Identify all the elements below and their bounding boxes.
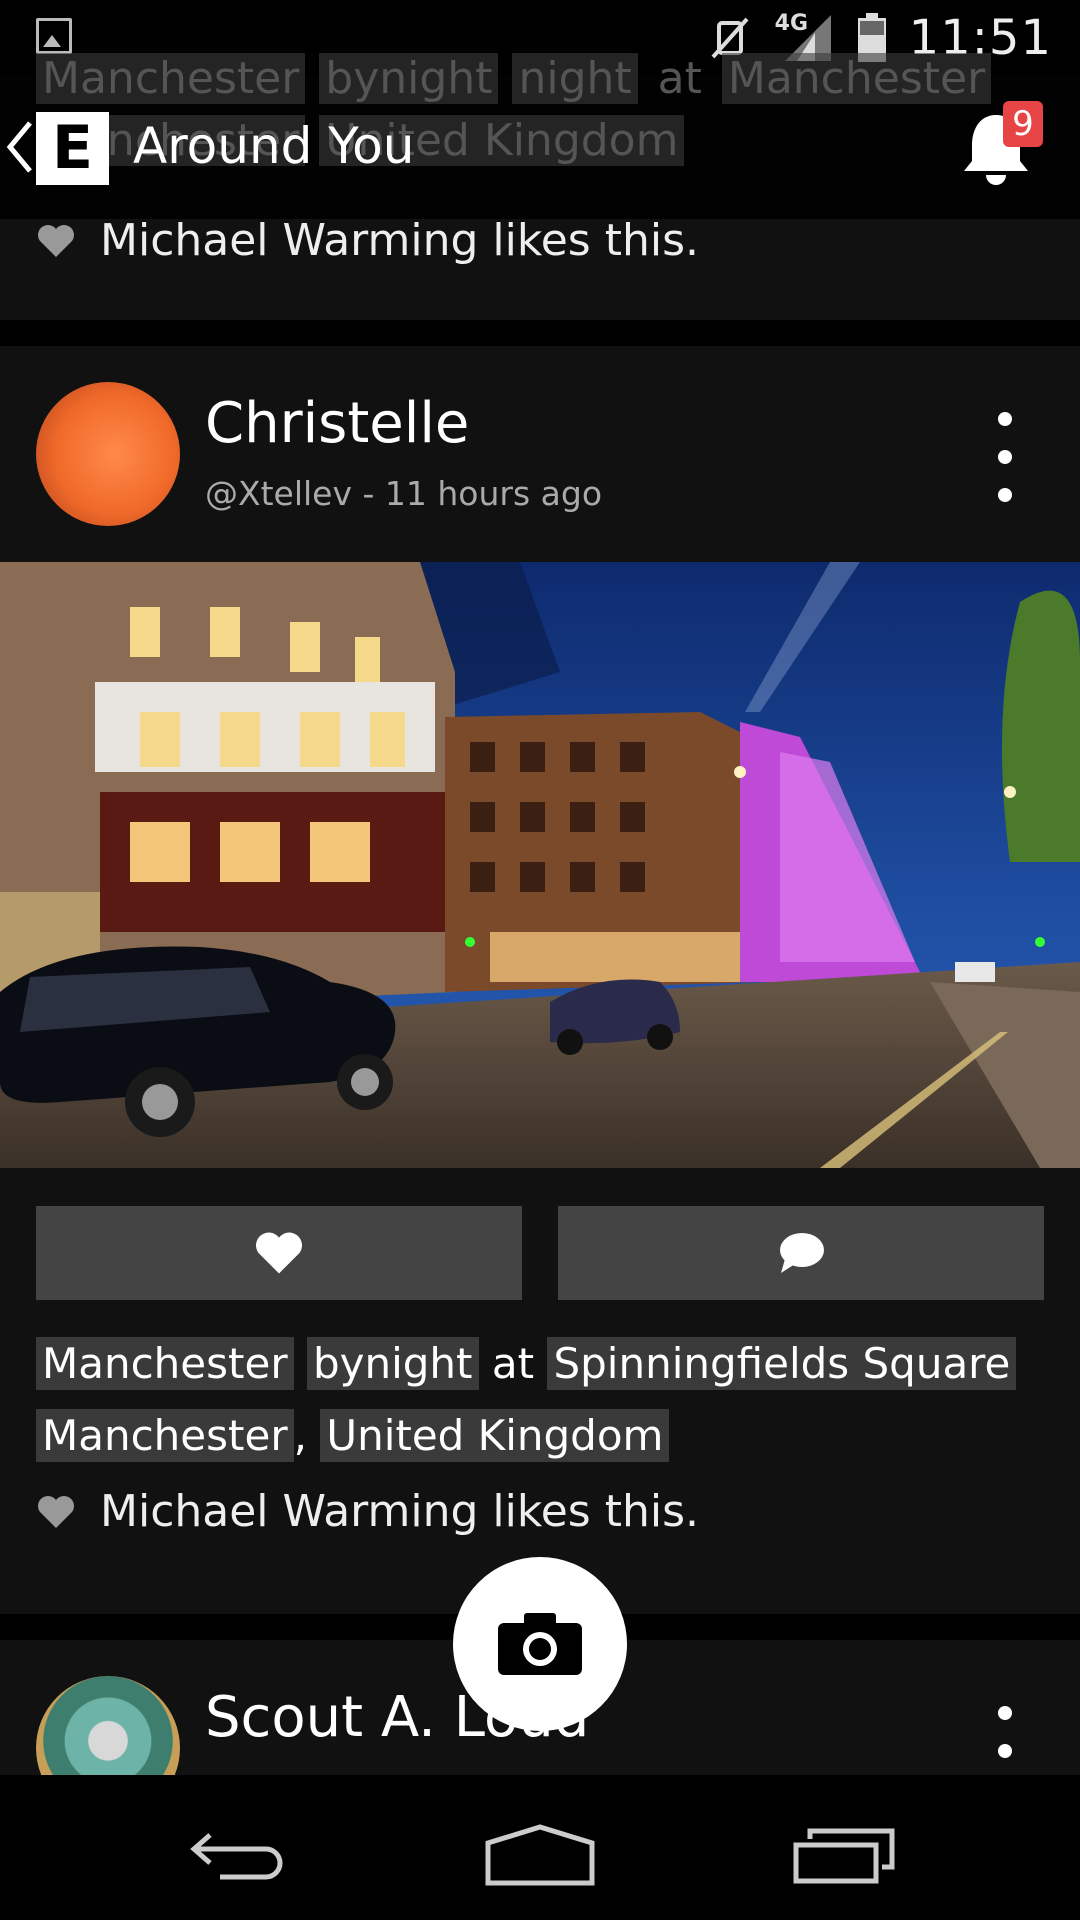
author-handle-time: @Xtellev - 11 hours ago	[205, 474, 603, 513]
recent-apps-icon[interactable]	[792, 1825, 896, 1885]
post-likes-text[interactable]: Michael Warming likes this.	[100, 1486, 699, 1537]
heart-icon	[38, 224, 74, 257]
previous-post-likes: Michael Warming likes this.	[36, 215, 699, 266]
heart-icon	[38, 1495, 74, 1528]
home-nav-icon[interactable]	[484, 1823, 596, 1887]
navigation-bar	[0, 1775, 1080, 1920]
tag-separator: ,	[293, 1411, 307, 1460]
notification-badge[interactable]: 9	[1003, 101, 1043, 147]
app-logo[interactable]: E	[36, 112, 109, 185]
more-options-icon[interactable]	[990, 412, 1020, 502]
heart-icon	[256, 1232, 302, 1274]
hashtag: Manchester	[36, 53, 306, 104]
feed[interactable]: Michael Warming likes this. Christelle @…	[0, 75, 1080, 1775]
location-tag: Manchester	[721, 53, 992, 104]
comment-icon	[780, 1233, 824, 1273]
back-nav-icon[interactable]	[190, 1827, 290, 1883]
location-tag[interactable]: Manchester	[36, 1409, 294, 1462]
author-name[interactable]: Christelle	[205, 391, 469, 456]
post-likes: Michael Warming likes this.	[36, 1486, 699, 1537]
scrolled-tags: Manchester bynight night at Manchester	[36, 53, 992, 104]
location-tag[interactable]: United Kingdom	[320, 1409, 670, 1462]
avatar[interactable]	[36, 382, 180, 526]
comment-button[interactable]	[558, 1206, 1044, 1300]
hashtag: bynight	[319, 53, 499, 104]
hashtag[interactable]: bynight	[306, 1337, 479, 1390]
post-tags-line-2: Manchester, United Kingdom	[36, 1407, 1046, 1465]
more-options-icon[interactable]	[990, 1706, 1020, 1775]
page-title: Around You	[133, 117, 415, 175]
location-tag[interactable]: Spinningfields Square	[547, 1337, 1017, 1390]
toolbar: Manchester bynight night at Manchester M…	[0, 53, 1080, 219]
camera-button[interactable]	[453, 1557, 627, 1731]
post-card: Christelle @Xtellev - 11 hours ago Manch…	[0, 346, 1080, 1614]
back-arrow-icon[interactable]	[6, 119, 34, 175]
tag-connector: at	[491, 1339, 535, 1388]
post-tags-line-1: Manchester bynight at Spinningfields Squ…	[36, 1335, 1046, 1393]
tag-connector: at	[657, 53, 702, 104]
avatar[interactable]	[36, 1676, 180, 1775]
previous-post-likes-text: Michael Warming likes this.	[100, 215, 699, 266]
like-button[interactable]	[36, 1206, 522, 1300]
hashtag: night	[512, 53, 638, 104]
camera-icon	[498, 1613, 582, 1675]
post-photo[interactable]	[0, 562, 1080, 1168]
gallery-notification-icon	[36, 18, 72, 54]
hashtag[interactable]: Manchester	[36, 1337, 294, 1390]
